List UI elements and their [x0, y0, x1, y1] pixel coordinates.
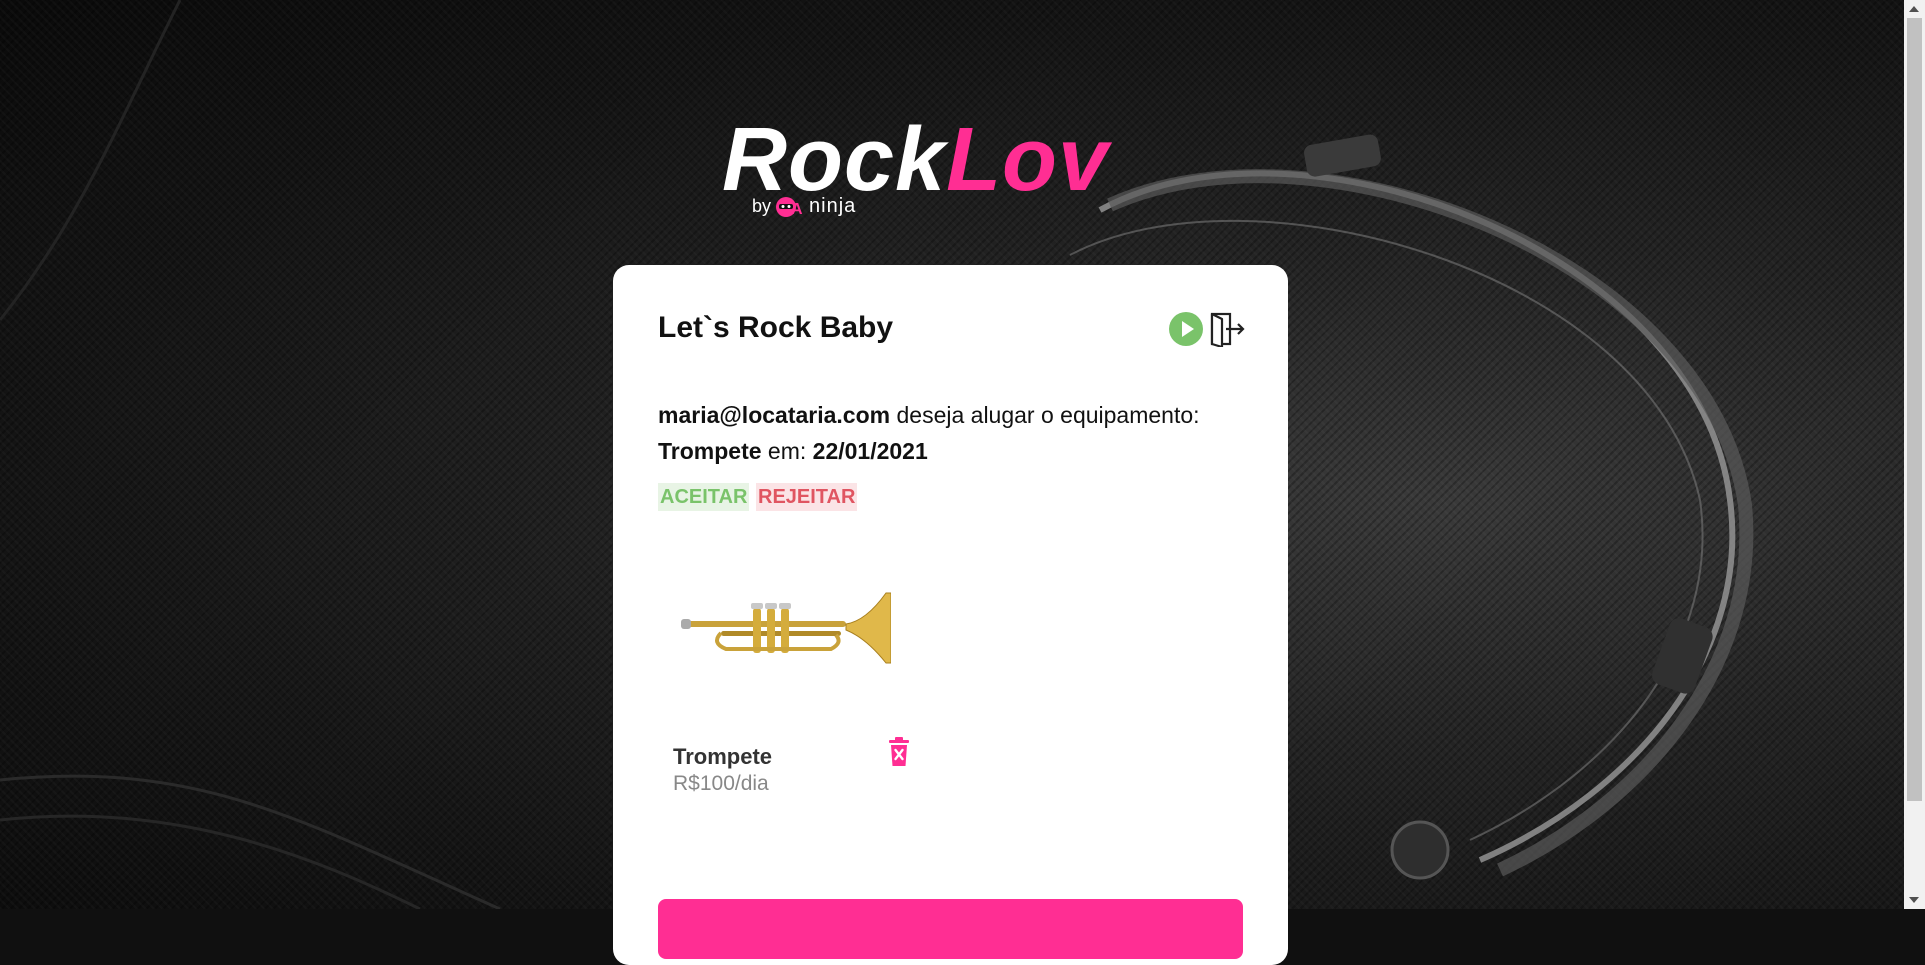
qa-ninja-icon: A [776, 196, 803, 218]
scroll-thumb[interactable] [1907, 18, 1922, 801]
page-title: Let`s Rock Baby [658, 311, 894, 344]
play-circle-icon[interactable] [1169, 312, 1203, 346]
request-date: 22/01/2021 [812, 438, 928, 464]
request-text: maria@locataria.com deseja alugar o equi… [658, 398, 1258, 432]
svg-text:A: A [791, 201, 803, 218]
request-details: Trompete em: 22/01/2021 [658, 434, 1258, 468]
logo-by: by [752, 196, 772, 216]
scroll-up-arrow-icon[interactable] [1909, 6, 1919, 12]
scroll-down-arrow-icon[interactable] [1909, 897, 1919, 903]
bottom-action-button[interactable] [658, 899, 1243, 959]
reject-button[interactable]: REJEITAR [756, 483, 858, 511]
logo-lov: Lov [946, 110, 1110, 210]
vertical-scrollbar[interactable] [1904, 0, 1925, 909]
equipment-price: R$100/dia [673, 772, 769, 795]
trumpet-image [681, 592, 891, 664]
exit-door-icon[interactable] [1209, 311, 1245, 347]
accept-button[interactable]: ACEITAR [658, 483, 750, 511]
requested-equipment: Trompete [658, 438, 762, 464]
request-message: deseja alugar o equipamento: [890, 402, 1200, 428]
rental-card: Let`s Rock Baby maria@locataria.com dese… [613, 265, 1288, 965]
date-prefix: em: [761, 438, 813, 464]
trash-icon[interactable] [887, 737, 911, 767]
logo-ninja: ninja [809, 195, 857, 217]
requester-email: maria@locataria.com [658, 402, 891, 428]
rocklov-logo: RockLov by A ninja [722, 110, 1182, 222]
equipment-name: Trompete [673, 744, 773, 769]
logo-byline: by A ninja [752, 195, 856, 218]
